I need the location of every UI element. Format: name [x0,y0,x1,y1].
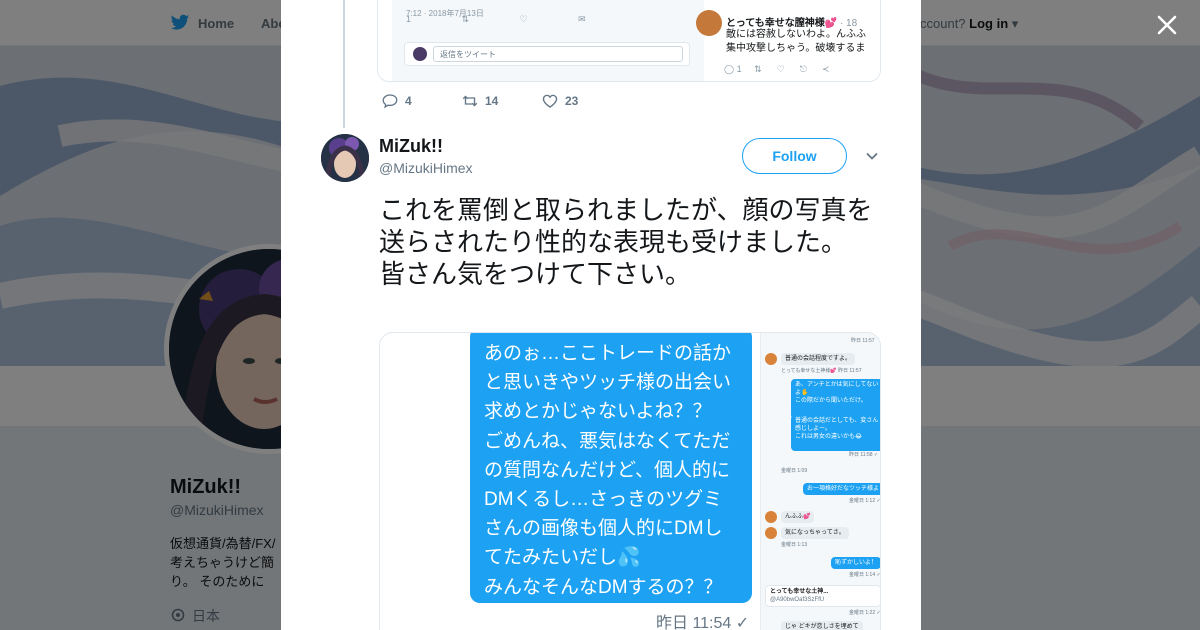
chat-avatar [765,527,777,539]
tweet-options-button[interactable] [865,149,879,163]
chat-avatar [765,353,777,365]
chat-message-out: 普通の会話だとしても、変さん 感じしよー。 これは男女の違いかも😂 [791,415,880,451]
chat-message: 普通の会話程度ですよ。 [781,353,856,365]
chat-timestamp: とっても幸せな土神様💕 昨日 11:57 [781,368,862,374]
previous-tweet-media[interactable]: 7:12 · 2018年7月13日 1 ⇅ ♡ ✉ 返信をツイート とっても幸せ… [377,0,881,82]
dm-conversation-screenshot: 昨日 11:57 普通の会話程度ですよ。 とっても幸せな土神様💕 昨日 11:5… [760,333,881,630]
media-action-icons: 1 ⇅ ♡ ✉ [406,14,610,24]
avatar-portrait-small [321,134,369,182]
media-reply-avatar [413,47,427,61]
like-action[interactable]: 23 [541,92,621,110]
chat-message-out: 恥ずかしいよ！ [831,557,880,569]
tweet-modal: 7:12 · 2018年7月13日 1 ⇅ ♡ ✉ 返信をツイート とっても幸せ… [281,0,921,630]
reply-count: 4 [405,94,412,108]
media-user-name: とっても幸せな膣神様💕 · 18 [726,18,858,29]
close-modal-button[interactable] [1152,10,1182,40]
chat-timestamp: 昨日 11:58 ✓ [849,452,879,458]
tweet-author-handle[interactable]: @MizukiHimex [379,160,473,176]
media-screenshot-right: とっても幸せな膣神様💕 · 18 敵には容赦しないわよ。んふふ 集中攻撃しちゃう… [696,0,880,81]
retweet-icon [462,95,478,107]
retweet-count: 14 [485,94,499,108]
chat-message-out: あ、アンチとかは気にしてない よ✋ この際だから聞いただけ。 [791,379,880,419]
follow-button[interactable]: Follow [742,138,847,174]
chat-timestamp: 金曜日 1:13 [781,542,808,548]
chat-message-out: お一項格好だなツッチ様よ [803,483,880,495]
media-tweet-text: 敵には容赦しないわよ。んふふ 集中攻撃しちゃう。破壊するま [726,29,866,54]
chat-shared-tweet: とっても幸せな土神... @A90bwOaf3SzFfU [765,585,880,607]
chat-message: 気になっちゃってさ。 [781,527,849,539]
tweet-media[interactable]: あのぉ…ここトレードの話かと思いきやツッチ様の出会い求めとかじゃないよね？？ ご… [379,332,881,630]
chat-message: じゃ どキが恋しさを埋めて [781,621,863,630]
previous-tweet-actions: 4 14 23 [381,92,621,110]
dm-message-bubble: あのぉ…ここトレードの話かと思いきやツッチ様の出会い求めとかじゃないよね？？ ご… [470,333,752,603]
reply-action[interactable]: 4 [381,92,461,110]
chat-timestamp: 金曜日 1:22 ✓ [849,610,881,616]
chat-timestamp: 金曜日 1:14 ✓ [849,572,881,578]
media-tweet-actions: ◯ 1 ⇅ ♡ ⎋ ≺ [724,64,830,74]
thread-connector-line [343,0,345,128]
chat-timestamp: 昨日 11:57 [851,338,875,344]
retweet-action[interactable]: 14 [461,92,541,110]
tweet-text: これを罵倒と取られましたが、顔の写真を送らされたり性的な表現も受けました。 皆さ… [379,195,873,289]
like-count: 23 [565,94,579,108]
media-screenshot-left: 7:12 · 2018年7月13日 1 ⇅ ♡ ✉ 返信をツイート [392,0,704,81]
dm-message-timestamp: 昨日 11:54 ✓ [656,615,750,630]
media-reply-box: 返信をツイート [404,42,690,66]
chat-timestamp: 金曜日 1:09 [781,468,808,474]
chat-message: んふふ💕 [781,511,815,523]
tweet-author-avatar[interactable] [321,134,369,182]
media-user-avatar [696,10,722,36]
media-reply-count: 1 [406,14,436,24]
chat-avatar [765,511,777,523]
media-reply-placeholder: 返信をツイート [433,46,683,62]
heart-icon [542,94,558,108]
chevron-down-icon [866,152,878,160]
tweet-author-name[interactable]: MiZuk!! [379,136,443,157]
chat-timestamp: 金曜日 1:12 ✓ [849,498,881,504]
close-icon [1157,15,1177,35]
reply-icon [382,94,398,109]
